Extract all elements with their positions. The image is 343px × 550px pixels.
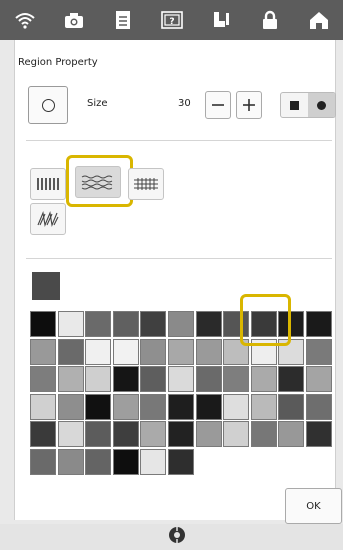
color-swatch[interactable] xyxy=(85,366,112,393)
color-swatch[interactable] xyxy=(195,311,222,337)
color-swatch[interactable] xyxy=(195,338,222,365)
free-stitch-icon xyxy=(37,211,59,227)
square-dot-icon xyxy=(290,100,299,110)
color-swatch[interactable] xyxy=(140,311,167,337)
color-swatch[interactable] xyxy=(140,393,167,420)
color-swatch[interactable] xyxy=(250,421,277,448)
embroidery-foot-icon[interactable] xyxy=(203,5,239,35)
top-toolbar: ? xyxy=(0,0,343,40)
free-stitch-button[interactable] xyxy=(30,203,66,235)
color-swatch[interactable] xyxy=(85,311,112,337)
color-swatch[interactable] xyxy=(223,421,250,448)
current-color-swatch xyxy=(32,272,60,300)
color-swatch[interactable] xyxy=(30,421,56,448)
round-dot-icon xyxy=(317,100,326,110)
color-swatch[interactable] xyxy=(112,338,139,365)
color-swatch[interactable] xyxy=(30,366,56,393)
color-swatch[interactable] xyxy=(30,338,56,365)
color-swatch[interactable] xyxy=(112,421,139,448)
color-swatch[interactable] xyxy=(278,366,305,393)
document-icon[interactable] xyxy=(105,5,141,35)
dialog-title: Region Property xyxy=(18,57,98,68)
color-swatch[interactable] xyxy=(140,448,167,475)
color-swatch[interactable] xyxy=(305,393,332,420)
color-swatch[interactable] xyxy=(167,393,194,420)
help-icon[interactable]: ? xyxy=(154,5,190,35)
color-swatch[interactable] xyxy=(278,393,305,420)
color-swatch[interactable] xyxy=(223,393,250,420)
color-swatch[interactable] xyxy=(112,393,139,420)
color-swatch[interactable] xyxy=(195,393,222,420)
color-swatch[interactable] xyxy=(250,366,277,393)
color-swatch[interactable] xyxy=(112,366,139,393)
color-swatch[interactable] xyxy=(57,366,84,393)
color-swatch[interactable] xyxy=(305,338,332,365)
color-swatch[interactable] xyxy=(30,311,56,337)
color-swatch[interactable] xyxy=(195,421,222,448)
color-swatch[interactable] xyxy=(305,366,332,393)
color-swatch[interactable] xyxy=(305,311,332,337)
size-increase-button[interactable] xyxy=(236,91,262,119)
color-swatch[interactable] xyxy=(167,311,194,337)
round-dot-option[interactable] xyxy=(308,93,335,117)
divider xyxy=(26,140,332,141)
plus-icon xyxy=(243,99,255,111)
color-swatch[interactable] xyxy=(85,338,112,365)
square-dot-option[interactable] xyxy=(281,93,308,117)
color-swatch[interactable] xyxy=(30,393,56,420)
color-swatch[interactable] xyxy=(140,421,167,448)
color-swatch[interactable] xyxy=(57,338,84,365)
color-swatch[interactable] xyxy=(57,448,84,475)
svg-text:?: ? xyxy=(169,17,174,27)
tatami-stitch-icon xyxy=(134,178,158,190)
color-swatch[interactable] xyxy=(223,366,250,393)
color-swatch[interactable] xyxy=(167,366,194,393)
minus-icon xyxy=(212,104,224,106)
dial-icon[interactable] xyxy=(168,526,186,548)
color-swatch[interactable] xyxy=(278,421,305,448)
color-swatch[interactable] xyxy=(167,421,194,448)
color-swatch[interactable] xyxy=(57,393,84,420)
color-swatch[interactable] xyxy=(167,338,194,365)
home-icon[interactable] xyxy=(301,5,337,35)
fill-stitch-icon xyxy=(37,178,59,190)
color-swatch[interactable] xyxy=(85,448,112,475)
color-swatch[interactable] xyxy=(167,448,194,475)
dot-style-toggle xyxy=(280,92,336,118)
shape-circle-button[interactable] xyxy=(28,86,68,124)
color-swatch[interactable] xyxy=(112,311,139,337)
color-swatch[interactable] xyxy=(140,366,167,393)
color-swatch[interactable] xyxy=(250,393,277,420)
fill-stitch-button[interactable] xyxy=(30,168,66,200)
size-label: Size xyxy=(87,98,108,109)
color-swatch[interactable] xyxy=(30,448,56,475)
color-swatch[interactable] xyxy=(85,393,112,420)
divider xyxy=(26,258,332,259)
ok-button[interactable]: OK xyxy=(285,488,342,524)
color-swatch[interactable] xyxy=(305,421,332,448)
color-swatch[interactable] xyxy=(195,366,222,393)
tatami-stitch-button[interactable] xyxy=(128,168,164,200)
selection-highlight xyxy=(66,155,133,207)
color-swatch[interactable] xyxy=(57,421,84,448)
color-swatch[interactable] xyxy=(85,421,112,448)
size-value: 30 xyxy=(178,98,191,109)
size-decrease-button[interactable] xyxy=(205,91,231,119)
color-swatch[interactable] xyxy=(140,338,167,365)
wifi-icon[interactable] xyxy=(7,5,43,35)
camera-icon[interactable] xyxy=(56,5,92,35)
color-selection-highlight xyxy=(240,294,291,346)
color-swatch[interactable] xyxy=(57,311,84,337)
circle-outline-icon xyxy=(41,98,55,112)
color-swatch[interactable] xyxy=(112,448,139,475)
lock-icon[interactable] xyxy=(252,5,288,35)
